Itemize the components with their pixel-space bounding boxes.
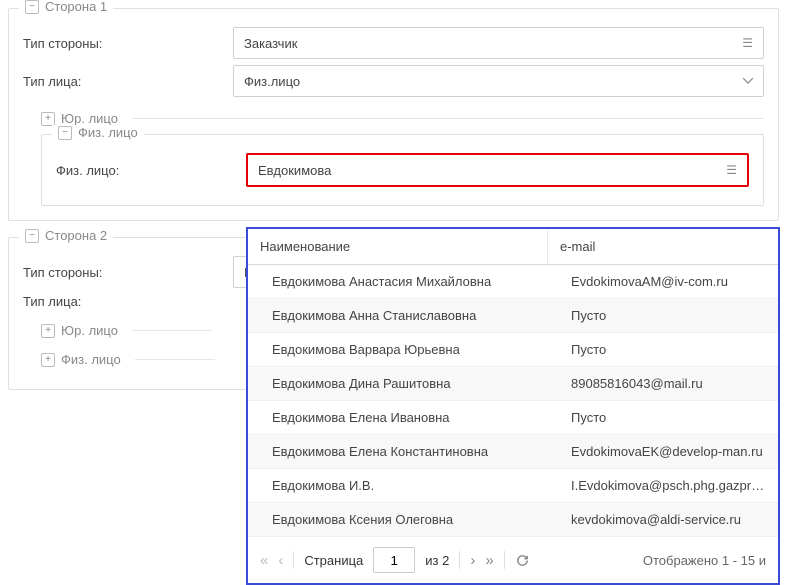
menu-icon[interactable]: ☰ bbox=[742, 37, 753, 49]
divider bbox=[293, 551, 294, 569]
page-of: из 2 bbox=[425, 553, 449, 568]
table-row[interactable]: Евдокимова И.В.I.Evdokimova@psch.phg.gaz… bbox=[248, 469, 778, 503]
chevron-down-icon[interactable] bbox=[743, 78, 753, 84]
row-email: kevdokimova@aldi-service.ru bbox=[559, 503, 778, 536]
dropdown-body: Евдокимова Анастасия МихайловнаEvdokimov… bbox=[248, 265, 778, 537]
table-row[interactable]: Евдокимова Елена КонстантиновнаEvdokimov… bbox=[248, 435, 778, 469]
side2-type-label: Тип стороны: bbox=[23, 265, 233, 280]
side1-phys-legend[interactable]: − Физ. лицо bbox=[52, 125, 144, 140]
divider bbox=[504, 551, 505, 569]
divider bbox=[132, 118, 764, 119]
side1-type-combo[interactable]: Заказчик ☰ bbox=[233, 27, 764, 59]
plus-icon[interactable]: + bbox=[41, 353, 55, 367]
table-row[interactable]: Евдокимова Дина Рашитовна89085816043@mai… bbox=[248, 367, 778, 401]
table-row[interactable]: Евдокимова Елена ИвановнаПусто bbox=[248, 401, 778, 435]
refresh-icon[interactable] bbox=[515, 553, 530, 568]
row-name: Евдокимова Елена Ивановна bbox=[248, 401, 559, 434]
minus-icon[interactable]: − bbox=[25, 0, 39, 14]
minus-icon[interactable]: − bbox=[58, 126, 72, 140]
minus-icon[interactable]: − bbox=[25, 229, 39, 243]
page-label: Страница bbox=[304, 553, 363, 568]
table-row[interactable]: Евдокимова Анастасия МихайловнаEvdokimov… bbox=[248, 265, 778, 299]
table-row[interactable]: Евдокимова Ксения Олеговнаkevdokimova@al… bbox=[248, 503, 778, 537]
first-page-icon[interactable]: « bbox=[260, 552, 268, 569]
row-email: I.Evdokimova@psch.phg.gazprom.ru bbox=[559, 469, 778, 502]
row-email: EvdokimovaAM@iv-com.ru bbox=[559, 265, 778, 298]
side1-persontype-combo[interactable]: Физ.лицо bbox=[233, 65, 764, 97]
table-row[interactable]: Евдокимова Варвара ЮрьевнаПусто bbox=[248, 333, 778, 367]
next-page-icon[interactable]: › bbox=[470, 552, 475, 569]
last-page-icon[interactable]: » bbox=[485, 552, 493, 569]
col-name-header[interactable]: Наименование bbox=[248, 229, 548, 264]
row-email: Пусто bbox=[559, 333, 778, 366]
side2-phys-text: Физ. лицо bbox=[61, 352, 121, 367]
side1-phys-combo[interactable]: Евдокимова ☰ bbox=[246, 153, 749, 187]
row-email: 89085816043@mail.ru bbox=[559, 367, 778, 400]
dropdown-pager: « ‹ Страница из 2 › » Отображено 1 - 15 … bbox=[248, 537, 778, 583]
side1-type-label: Тип стороны: bbox=[23, 36, 233, 51]
side1-phys-row: Физ. лицо: Евдокимова ☰ bbox=[56, 153, 749, 187]
side1-legend-text: Сторона 1 bbox=[45, 0, 107, 14]
side1-type-row: Тип стороны: Заказчик ☰ bbox=[23, 27, 764, 59]
side1-persontype-label: Тип лица: bbox=[23, 74, 233, 89]
lookup-dropdown: Наименование e-mail Евдокимова Анастасия… bbox=[246, 227, 780, 585]
plus-icon[interactable]: + bbox=[41, 324, 55, 338]
row-email: Пусто bbox=[559, 299, 778, 332]
dropdown-header: Наименование e-mail bbox=[248, 229, 778, 265]
side1-legal-sub[interactable]: + Юр. лицо bbox=[41, 111, 764, 126]
side2-legal-text: Юр. лицо bbox=[61, 323, 118, 338]
col-email-header[interactable]: e-mail bbox=[548, 229, 778, 264]
side1-type-value: Заказчик bbox=[244, 36, 297, 51]
divider bbox=[132, 330, 212, 331]
row-name: Евдокимова Дина Рашитовна bbox=[248, 367, 559, 400]
row-name: Евдокимова Варвара Юрьевна bbox=[248, 333, 559, 366]
pager-info: Отображено 1 - 15 и bbox=[643, 553, 766, 568]
side1-legend[interactable]: − Сторона 1 bbox=[19, 0, 113, 14]
side1-phys-label: Физ. лицо: bbox=[56, 163, 246, 178]
side2-legend[interactable]: − Сторона 2 bbox=[19, 228, 113, 243]
prev-page-icon[interactable]: ‹ bbox=[278, 552, 283, 569]
side1-fieldset: − Сторона 1 Тип стороны: Заказчик ☰ Тип … bbox=[8, 8, 779, 221]
row-email: Пусто bbox=[559, 401, 778, 434]
side1-legal-text: Юр. лицо bbox=[61, 111, 118, 126]
plus-icon[interactable]: + bbox=[41, 112, 55, 126]
row-name: Евдокимова И.В. bbox=[248, 469, 559, 502]
divider bbox=[135, 359, 215, 360]
side1-phys-value: Евдокимова bbox=[258, 163, 331, 178]
side2-persontype-label: Тип лица: bbox=[23, 294, 233, 309]
row-name: Евдокимова Елена Константиновна bbox=[248, 435, 559, 468]
side1-phys-legend-text: Физ. лицо bbox=[78, 125, 138, 140]
row-name: Евдокимова Анна Станиславовна bbox=[248, 299, 559, 332]
side2-legend-text: Сторона 2 bbox=[45, 228, 107, 243]
page-input[interactable] bbox=[373, 547, 415, 573]
menu-icon[interactable]: ☰ bbox=[726, 164, 737, 176]
side1-persontype-value: Физ.лицо bbox=[244, 74, 300, 89]
side1-persontype-row: Тип лица: Физ.лицо bbox=[23, 65, 764, 97]
row-name: Евдокимова Ксения Олеговна bbox=[248, 503, 559, 536]
divider bbox=[459, 551, 460, 569]
row-name: Евдокимова Анастасия Михайловна bbox=[248, 265, 559, 298]
side1-phys-fieldset: − Физ. лицо Физ. лицо: Евдокимова ☰ bbox=[41, 134, 764, 206]
row-email: EvdokimovaEK@develop-man.ru bbox=[559, 435, 778, 468]
table-row[interactable]: Евдокимова Анна СтаниславовнаПусто bbox=[248, 299, 778, 333]
